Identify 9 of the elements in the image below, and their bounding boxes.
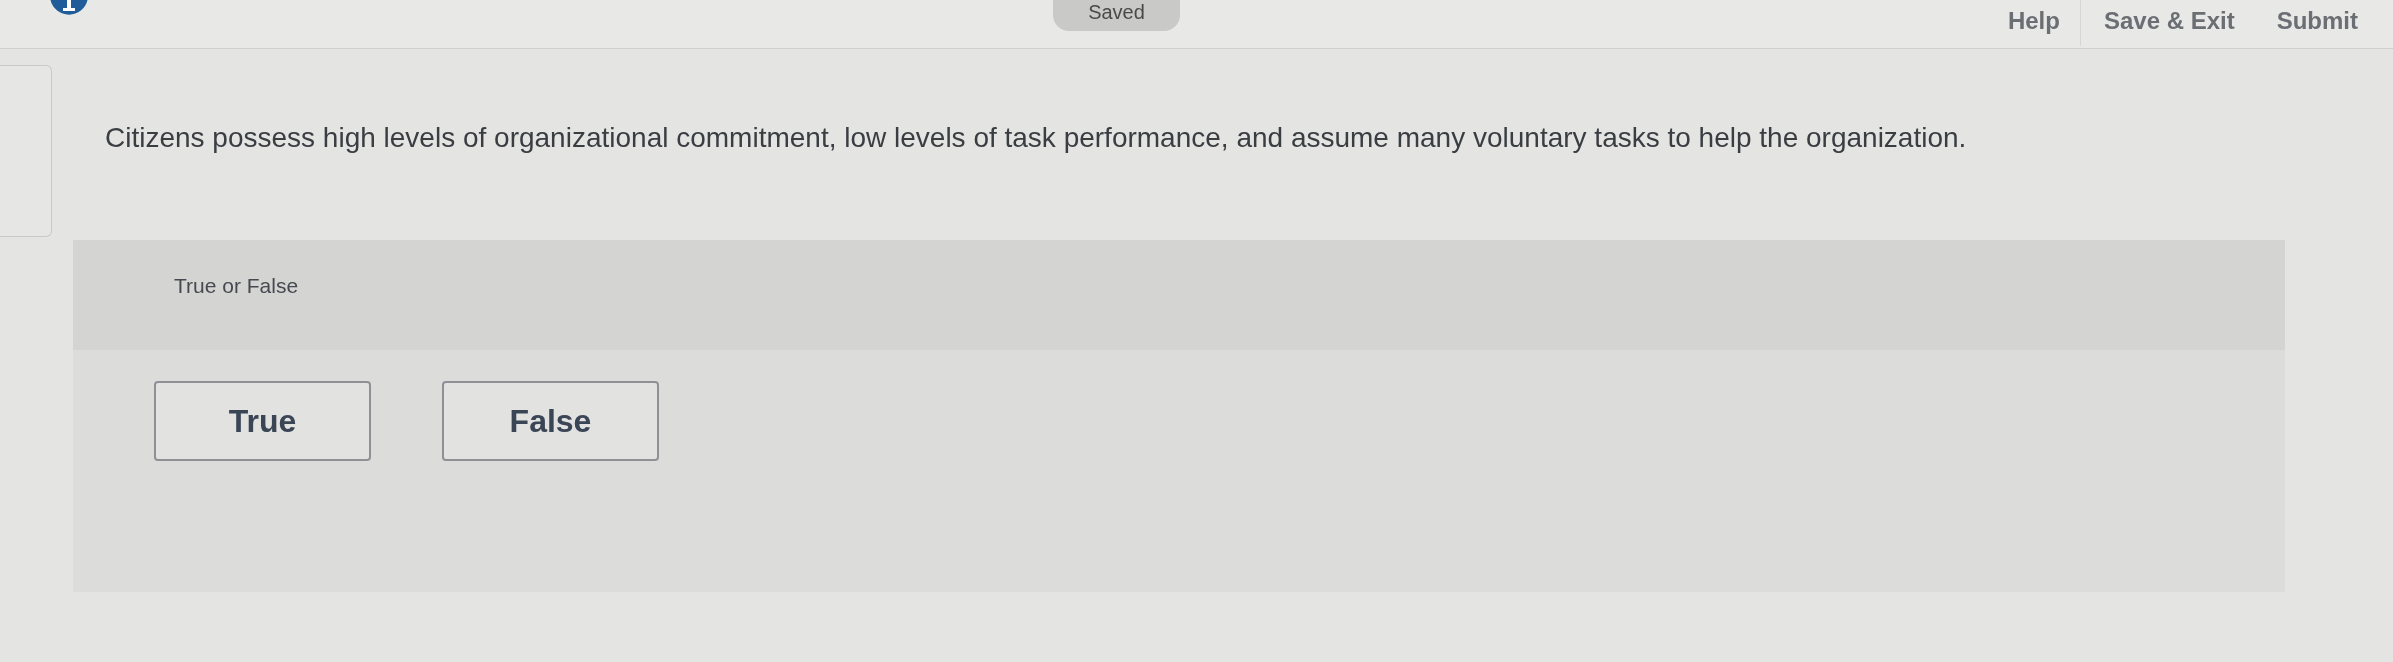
number-badge-icon [50,0,88,15]
answer-option-button[interactable]: True [154,381,371,461]
help-link[interactable]: Help [2007,0,2060,46]
submit-link[interactable]: Submit [2276,0,2358,46]
status-badge: Saved [1053,0,1180,31]
question-text: Citizens possess high levels of organizational commitment, low levels of task performance, and assume many voluntary tasks to help the organization. [105,121,1968,155]
instruction-text: True or False [174,274,299,297]
save-exit-link[interactable]: Save & Exit [2103,0,2235,46]
answer-option-button[interactable]: False [442,381,659,461]
